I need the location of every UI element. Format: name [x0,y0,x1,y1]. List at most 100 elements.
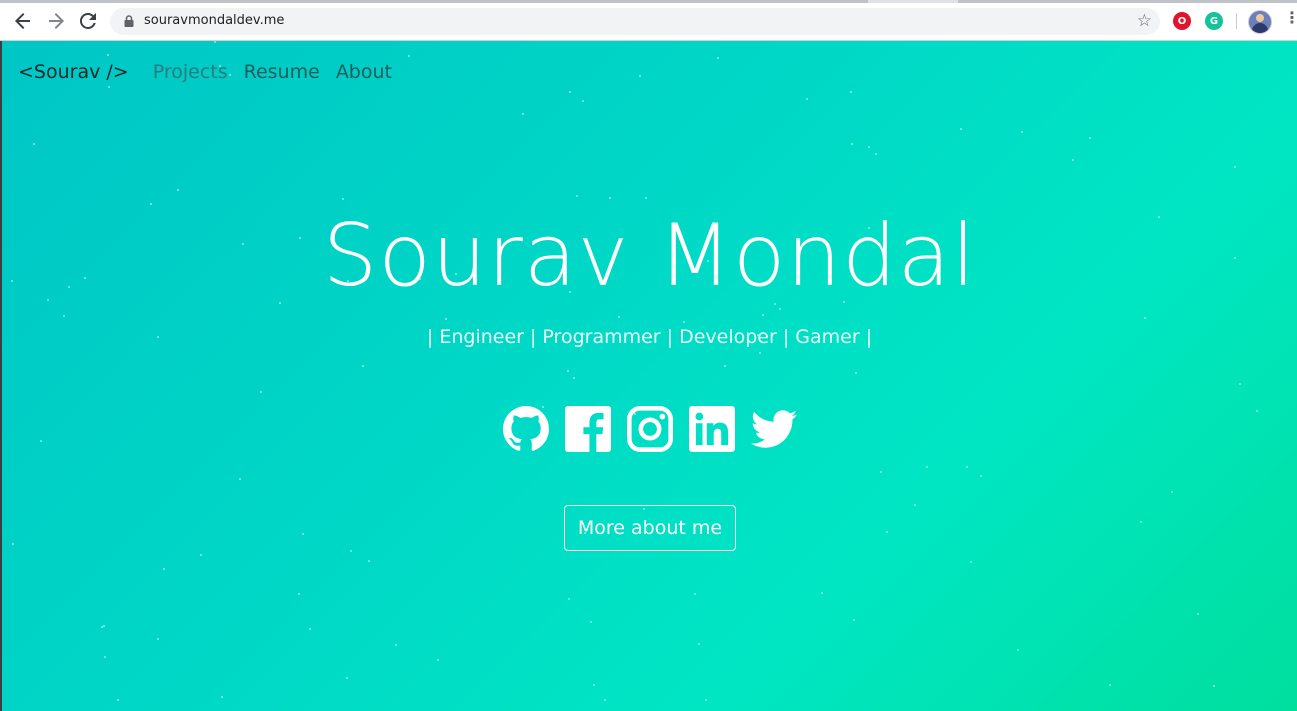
url-text[interactable]: souravmondaldev.me [144,13,284,28]
star-dot [104,656,106,658]
star-dot [880,471,882,473]
star-icon[interactable]: ☆ [1137,11,1152,31]
star-dot [779,308,781,310]
star-dot [853,619,855,621]
grammarly-icon[interactable]: G [1205,12,1223,30]
star-dot [762,314,764,316]
star-dot [875,153,877,155]
star-dot [346,677,348,679]
star-dot [593,684,595,686]
avatar-icon[interactable] [1248,10,1272,34]
star-dot [806,98,808,100]
star-dot [221,696,223,698]
arrow-left-icon [15,13,30,29]
star-dot [980,475,982,477]
star-dot [239,478,241,480]
nav-link-projects[interactable]: Projects [153,61,228,83]
facebook-link[interactable] [564,405,612,453]
more-about-me-button[interactable]: More about me [564,505,736,551]
top-navigation: <Sourav /> Projects Resume About [18,61,408,83]
star-dot [1197,613,1199,615]
star-dot [573,377,575,379]
reload-button[interactable] [75,8,101,34]
star-dot [683,321,685,323]
star-dot [851,143,853,145]
arrow-right-icon [49,13,64,29]
star-dot [63,315,65,317]
star-dot [698,643,700,645]
star-dot [395,644,397,646]
star-dot [1213,685,1215,687]
star-dot [108,86,110,88]
star-dot [576,195,578,197]
browser-window: souravmondaldev.me ☆ O G ⋮ <Sourav /> Pr… [0,0,1297,711]
star-dot [1171,491,1173,493]
star-dot [705,699,707,701]
star-dot [645,197,647,199]
star-dot [33,143,35,145]
star-dot [1021,131,1023,133]
star-dot [1239,383,1241,385]
linkedin-link[interactable] [688,405,736,453]
star-dot [1140,521,1142,523]
star-dot [724,365,726,367]
star-dot [639,75,641,77]
star-dot [914,504,916,506]
star-dot [107,54,109,56]
github-link[interactable] [502,405,550,453]
back-button[interactable] [10,8,36,34]
star-dot [821,592,823,594]
star-dot [1109,684,1111,686]
star-dot [260,391,262,393]
twitter-icon [750,410,797,448]
instagram-link[interactable] [626,405,674,453]
star-dot [868,146,870,148]
reload-icon [80,13,96,29]
address-bar[interactable]: souravmondaldev.me ☆ [110,8,1160,35]
facebook-icon [564,406,611,452]
lock-icon [124,15,134,27]
linkedin-icon [688,406,735,452]
star-dot [309,628,311,630]
page-hero: <Sourav /> Projects Resume About Sourav … [2,41,1297,711]
star-dot [604,699,606,701]
star-dot [362,365,364,367]
star-dot [590,621,592,623]
star-dot [1144,317,1146,319]
star-dot [970,561,972,563]
star-dot [717,57,719,59]
star-dot [609,197,611,199]
star-dot [886,531,888,533]
star-dot [759,352,761,354]
star-dot [694,593,696,595]
star-dot [966,466,968,468]
star-dot [103,625,105,627]
star-dot [445,318,447,320]
nav-link-about[interactable]: About [336,61,392,83]
brand-logo[interactable]: <Sourav /> [18,61,129,83]
star-dot [408,55,410,57]
star-dot [850,91,852,93]
star-dot [12,543,14,545]
star-dot [302,533,304,535]
star-dot [568,598,570,600]
star-dot [1072,159,1074,161]
github-icon [502,406,549,451]
toolbar-divider [1236,13,1237,29]
star-dot [101,626,103,628]
kebab-menu-icon[interactable]: ⋮ [1284,10,1297,26]
star-dot [350,550,352,552]
star-dot [214,41,216,43]
hero-title: Sourav Mondal [322,206,977,306]
star-dot [618,316,620,318]
star-dot [855,372,857,374]
opera-vpn-icon[interactable]: O [1173,12,1191,30]
star-dot [437,659,439,661]
star-dot [926,466,928,468]
forward-button[interactable] [43,8,69,34]
instagram-icon [626,406,673,452]
star-dot [298,593,300,595]
twitter-link[interactable] [750,405,798,453]
nav-link-resume[interactable]: Resume [244,61,320,83]
star-dot [150,203,152,205]
